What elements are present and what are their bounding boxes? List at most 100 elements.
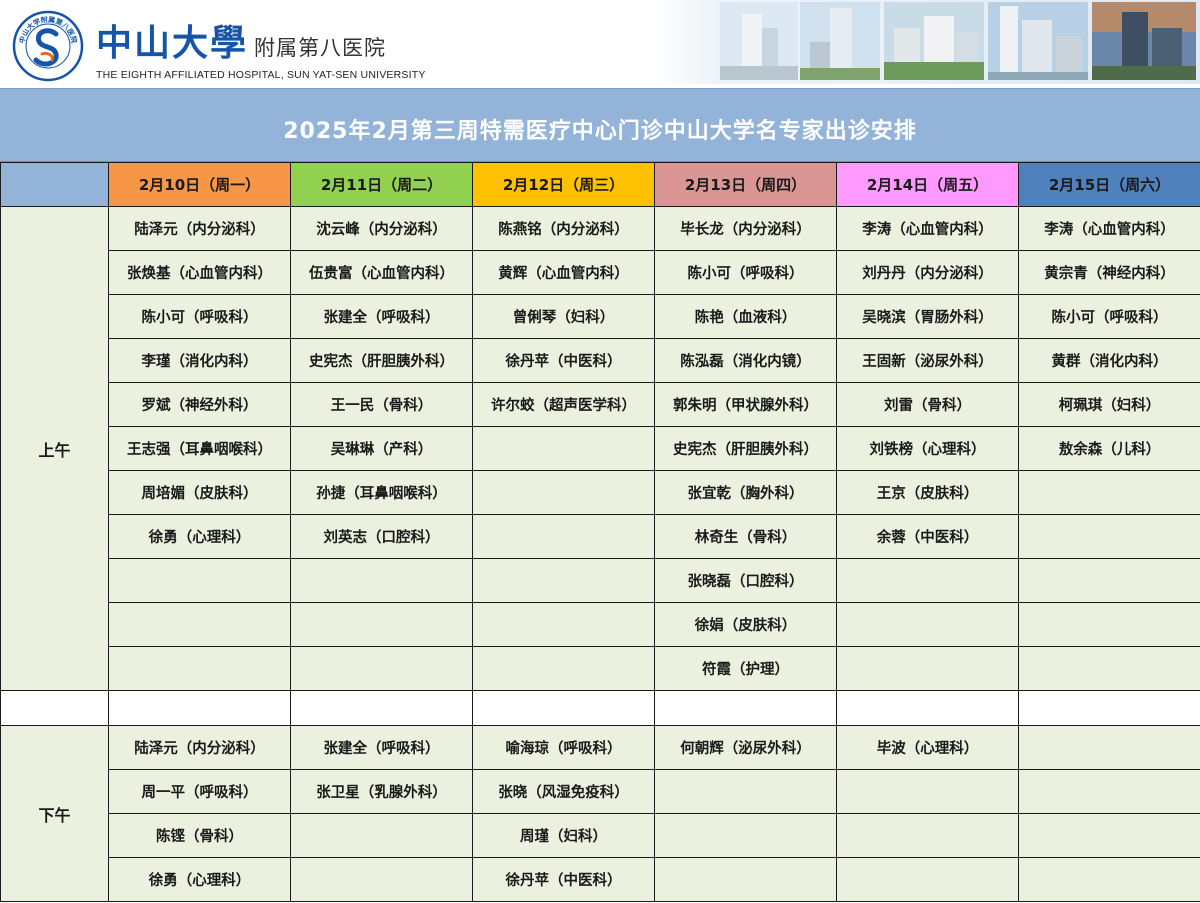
schedule-cell: 毕长龙（内分泌科） [654,206,837,251]
table-row: 陈铿（骨科） 周瑾（妇科） [1,813,1200,858]
separator-cell [108,690,291,726]
page-title: 2025年2月第三周特需医疗中心门诊中山大学名专家出诊安排 [283,119,917,144]
brand-subname-cn: 附属第八医院 [254,36,387,60]
hospital-seal-logo: 中山大学附属第八医院 [12,10,84,82]
schedule-cell: 罗斌（神经外科） [108,382,291,427]
schedule-cell: 沈云峰（内分泌科） [290,206,473,251]
schedule-cell: 李涛（心血管内科） [1018,206,1200,251]
schedule-cell: 陈泓磊（消化内镜） [654,338,837,383]
schedule-cell [290,857,473,902]
schedule-cell: 黄宗青（神经内科） [1018,250,1200,295]
day-header-row: 2月10日（周一） 2月11日（周二） 2月12日（周三） 2月13日（周四） … [0,162,1200,207]
table-row: 上午 陆泽元（内分泌科） 沈云峰（内分泌科） 陈燕铭（内分泌科） 毕长龙（内分泌… [0,206,1200,691]
table-row: 陈小可（呼吸科） 张建全（呼吸科） 曾俐琴（妇科） 陈艳（血液科） 吴晓滨（胃肠… [1,294,1200,339]
schedule-cell [472,602,655,647]
schedule-cell: 张建全（呼吸科） [290,294,473,339]
schedule-cell [1018,813,1200,858]
title-band: 2025年2月第三周特需医疗中心门诊中山大学名专家出诊安排 [0,88,1200,162]
schedule-cell [290,602,473,647]
schedule-cell: 毕波（心理科） [836,725,1019,770]
table-row: 符霞（护理） [1,646,1200,691]
schedule-cell: 王固新（泌尿外科） [836,338,1019,383]
table-row: 李瑾（消化内科） 史宪杰（肝胆胰外科） 徐丹苹（中医科） 陈泓磊（消化内镜） 王… [1,338,1200,383]
schedule-cell: 陈燕铭（内分泌科） [472,206,655,251]
schedule-cell [1018,470,1200,515]
schedule-cell: 陈小可（呼吸科） [1018,294,1200,339]
schedule-cell: 陈铿（骨科） [108,813,291,858]
schedule-cell: 刘英志（口腔科） [290,514,473,559]
schedule-cell: 李瑾（消化内科） [108,338,291,383]
hospital-header: 中山大学附属第八医院 中山大學 附属第八医院 THE EIGHTH AFFILI… [0,0,1200,88]
schedule-cell: 余蓉（中医科） [836,514,1019,559]
schedule-cell [1018,558,1200,603]
schedule-cell [108,646,291,691]
schedule-cell: 吴琳琳（产科） [290,426,473,471]
schedule-cell: 徐勇（心理科） [108,857,291,902]
schedule-cell: 徐娟（皮肤科） [654,602,837,647]
brand-name-cn: 中山大學 [96,22,249,64]
schedule-cell [1018,769,1200,814]
day-header-wed: 2月12日（周三） [472,162,655,207]
schedule-cell: 吴晓滨（胃肠外科） [836,294,1019,339]
schedule-cell: 张建全（呼吸科） [290,725,473,770]
corner-cell [0,162,109,207]
brand-name-en: THE EIGHTH AFFILIATED HOSPITAL, SUN YAT-… [96,69,426,81]
schedule-cell [108,558,291,603]
schedule-cell: 刘铁榜（心理科） [836,426,1019,471]
schedule-cell: 史宪杰（肝胆胰外科） [290,338,473,383]
schedule-cell: 徐丹苹（中医科） [472,338,655,383]
schedule-cell: 陈小可（呼吸科） [654,250,837,295]
schedule-cell: 张焕基（心血管内科） [108,250,291,295]
period-label-afternoon: 下午 [0,725,109,902]
table-row: 徐娟（皮肤科） [1,602,1200,647]
schedule-cell [836,646,1019,691]
schedule-cell: 徐勇（心理科） [108,514,291,559]
schedule-cell [654,813,837,858]
schedule-cell [836,602,1019,647]
table-row: 张焕基（心血管内科） 伍贵富（心血管内科） 黄辉（心血管内科） 陈小可（呼吸科）… [1,250,1200,295]
day-header-thu: 2月13日（周四） [654,162,837,207]
schedule-cell: 林奇生（骨科） [654,514,837,559]
schedule-cell: 敖余森（儿科） [1018,426,1200,471]
table-row: 周一平（呼吸科） 张卫星（乳腺外科） 张晓（风湿免疫科） [1,769,1200,814]
separator-cell [654,690,837,726]
schedule-cell: 王京（皮肤科） [836,470,1019,515]
table-row: 王志强（耳鼻咽喉科） 吴琳琳（产科） 史宪杰（肝胆胰外科） 刘铁榜（心理科） 敖… [1,426,1200,471]
table-row: 徐勇（心理科） 徐丹苹（中医科） [1,857,1200,902]
schedule-cell: 刘雷（骨科） [836,382,1019,427]
day-header-mon: 2月10日（周一） [108,162,291,207]
schedule-cell [836,813,1019,858]
schedule-cell [472,426,655,471]
building-photo [1092,2,1196,80]
schedule-cell [472,646,655,691]
schedule-cell [290,813,473,858]
schedule-cell: 刘丹丹（内分泌科） [836,250,1019,295]
schedule-cell: 张晓（风湿免疫科） [472,769,655,814]
schedule-cell [836,558,1019,603]
schedule-cell: 喻海琼（呼吸科） [472,725,655,770]
table-row: 周培媚（皮肤科） 孙捷（耳鼻咽喉科） 张宜乾（胸外科） 王京（皮肤科） [1,470,1200,515]
separator-cell [0,690,109,726]
schedule-cell: 李涛（心血管内科） [836,206,1019,251]
day-header-tue: 2月11日（周二） [290,162,473,207]
schedule-cell [836,769,1019,814]
schedule-cell [108,602,291,647]
schedule-cell: 伍贵富（心血管内科） [290,250,473,295]
building-photo [988,2,1088,80]
schedule-cell [472,470,655,515]
schedule-cell: 张卫星（乳腺外科） [290,769,473,814]
schedule-cell: 王志强（耳鼻咽喉科） [108,426,291,471]
expert-schedule-table: 2月10日（周一） 2月11日（周二） 2月12日（周三） 2月13日（周四） … [0,162,1200,902]
schedule-cell [472,558,655,603]
table-row: 张晓磊（口腔科） [1,558,1200,603]
hospital-brand: 中山大學 附属第八医院 THE EIGHTH AFFILIATED HOSPIT… [96,14,426,81]
schedule-cell: 张晓磊（口腔科） [654,558,837,603]
schedule-cell [1018,602,1200,647]
separator-row [0,690,1200,726]
separator-cell [1018,690,1200,726]
schedule-cell [1018,725,1200,770]
schedule-cell [1018,646,1200,691]
schedule-cell: 徐丹苹（中医科） [472,857,655,902]
schedule-cell [654,769,837,814]
schedule-cell: 陆泽元（内分泌科） [108,725,291,770]
